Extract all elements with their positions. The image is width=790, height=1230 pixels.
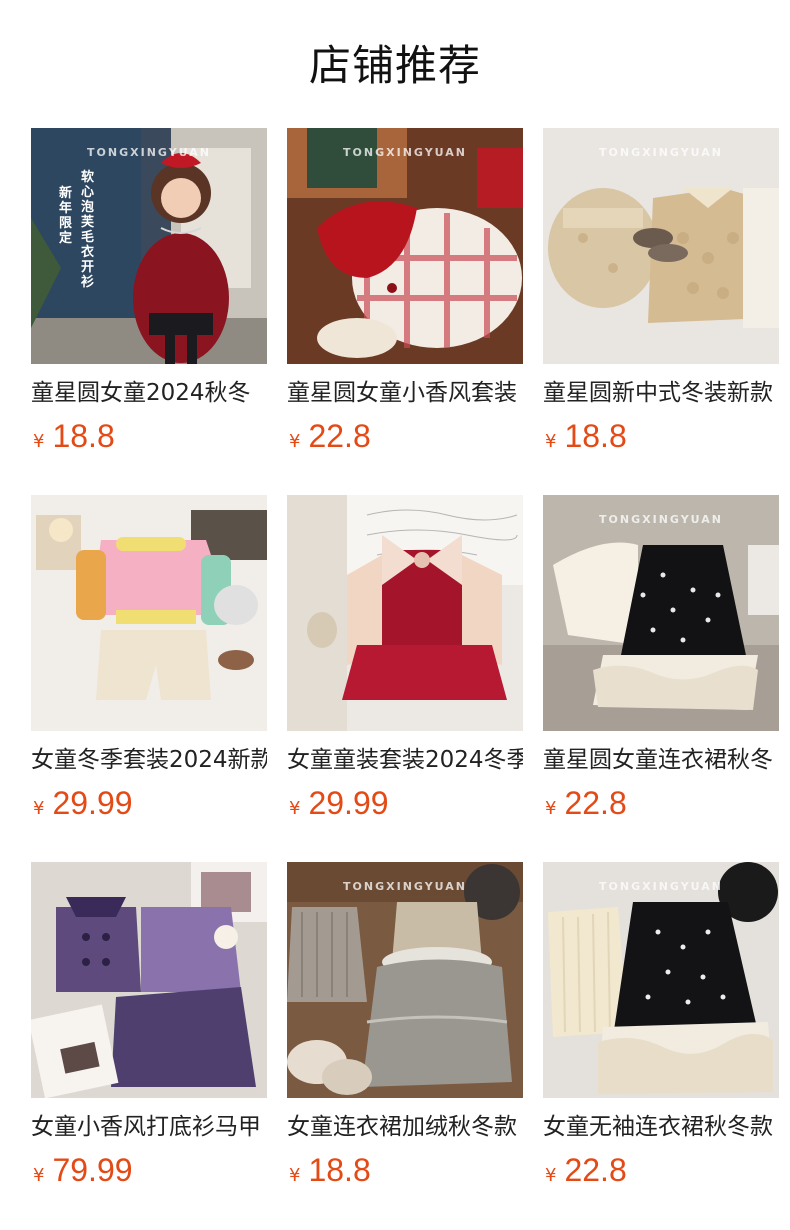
page-title: 店铺推荐 bbox=[308, 41, 481, 90]
product-price-row: ¥ 18.8 bbox=[543, 418, 779, 454]
currency-symbol: ¥ bbox=[545, 431, 557, 452]
black-dress-photo-icon bbox=[543, 495, 779, 731]
currency-symbol: ¥ bbox=[289, 1165, 301, 1186]
product-watermark: TONGXINGYUAN bbox=[599, 146, 723, 159]
girl-red-sweater-photo-icon bbox=[31, 128, 267, 364]
product-price: 29.99 bbox=[52, 785, 133, 821]
product-name: 童星圆女童小香风套装 bbox=[287, 380, 517, 406]
product-image[interactable]: TONGXINGYUAN bbox=[287, 862, 523, 1098]
product-card[interactable]: 女童童装套装2024冬季 ¥ 29.99 bbox=[287, 495, 523, 862]
product-grid: TONGXINGYUAN 新年限定 软心泡芙毛衣开衫 童星圆女童2024秋冬 ¥… bbox=[0, 128, 790, 1229]
product-badge: 新年限定 bbox=[59, 186, 73, 246]
product-price-row: ¥ 22.8 bbox=[287, 418, 523, 454]
currency-symbol: ¥ bbox=[545, 798, 557, 819]
product-name: 女童童装套装2024冬季 bbox=[287, 747, 523, 773]
product-price: 18.8 bbox=[564, 418, 627, 454]
product-image[interactable]: TONGXINGYUAN bbox=[543, 128, 779, 364]
product-price: 22.8 bbox=[564, 1152, 627, 1188]
product-price: 18.8 bbox=[308, 1152, 371, 1188]
product-price: 29.99 bbox=[308, 785, 389, 821]
product-price: 79.99 bbox=[52, 1152, 133, 1188]
product-image[interactable] bbox=[287, 495, 523, 731]
product-card[interactable]: TONGXINGYUAN 女童连衣裙加绒秋冬款 ¥ 18.8 bbox=[287, 862, 523, 1229]
product-price: 22.8 bbox=[308, 418, 371, 454]
product-name: 女童小香风打底衫马甲 bbox=[31, 1114, 261, 1140]
product-watermark: TONGXINGYUAN bbox=[87, 146, 211, 159]
product-name: 女童无袖连衣裙秋冬款 bbox=[543, 1114, 773, 1140]
product-price: 22.8 bbox=[564, 785, 627, 821]
product-price-row: ¥ 29.99 bbox=[287, 785, 523, 821]
product-image[interactable]: TONGXINGYUAN bbox=[287, 128, 523, 364]
currency-symbol: ¥ bbox=[33, 431, 45, 452]
currency-symbol: ¥ bbox=[545, 1165, 557, 1186]
product-price-row: ¥ 22.8 bbox=[543, 785, 779, 821]
product-price-row: ¥ 18.8 bbox=[31, 418, 267, 454]
product-price-row: ¥ 22.8 bbox=[543, 1152, 779, 1188]
product-name: 女童连衣裙加绒秋冬款 bbox=[287, 1114, 517, 1140]
product-card[interactable]: TONGXINGYUAN 童星圆新中式冬装新款 ¥ 18.8 bbox=[543, 128, 779, 495]
product-watermark: TONGXINGYUAN bbox=[599, 880, 723, 893]
black-ruffle-dress-photo-icon bbox=[543, 862, 779, 1098]
currency-symbol: ¥ bbox=[33, 1165, 45, 1186]
product-image[interactable]: TONGXINGYUAN bbox=[543, 862, 779, 1098]
product-card[interactable]: TONGXINGYUAN 新年限定 软心泡芙毛衣开衫 童星圆女童2024秋冬 ¥… bbox=[31, 128, 267, 495]
product-image[interactable] bbox=[31, 495, 267, 731]
currency-symbol: ¥ bbox=[289, 431, 301, 452]
purple-set-photo-icon bbox=[31, 862, 267, 1098]
product-price: 18.8 bbox=[52, 418, 115, 454]
product-card[interactable]: TONGXINGYUAN 童星圆女童小香风套装 ¥ 22.8 bbox=[287, 128, 523, 495]
product-image[interactable] bbox=[31, 862, 267, 1098]
plaid-coat-photo-icon bbox=[287, 128, 523, 364]
pink-sweater-photo-icon bbox=[31, 495, 267, 731]
product-image[interactable]: TONGXINGYUAN 新年限定 软心泡芙毛衣开衫 bbox=[31, 128, 267, 364]
product-name: 女童冬季套装2024新款 bbox=[31, 747, 267, 773]
product-name: 童星圆新中式冬装新款 bbox=[543, 380, 773, 406]
grey-tulle-dress-photo-icon bbox=[287, 862, 523, 1098]
product-name: 童星圆女童连衣裙秋冬 bbox=[543, 747, 773, 773]
currency-symbol: ¥ bbox=[289, 798, 301, 819]
beige-set-photo-icon bbox=[543, 128, 779, 364]
currency-symbol: ¥ bbox=[33, 798, 45, 819]
product-card[interactable]: 女童小香风打底衫马甲 ¥ 79.99 bbox=[31, 862, 267, 1229]
product-watermark: TONGXINGYUAN bbox=[343, 146, 467, 159]
product-card[interactable]: TONGXINGYUAN 童星圆女童连衣裙秋冬 ¥ 22.8 bbox=[543, 495, 779, 862]
product-price-row: ¥ 18.8 bbox=[287, 1152, 523, 1188]
product-card[interactable]: 女童冬季套装2024新款 ¥ 29.99 bbox=[31, 495, 267, 862]
product-watermark: TONGXINGYUAN bbox=[599, 513, 723, 526]
product-card[interactable]: TONGXINGYUAN 女童无袖连衣裙秋冬款 ¥ 22.8 bbox=[543, 862, 779, 1229]
product-watermark: TONGXINGYUAN bbox=[343, 880, 467, 893]
product-image[interactable]: TONGXINGYUAN bbox=[543, 495, 779, 731]
red-dress-photo-icon bbox=[287, 495, 523, 731]
product-price-row: ¥ 79.99 bbox=[31, 1152, 267, 1188]
product-overlay-text: 软心泡芙毛衣开衫 bbox=[81, 170, 95, 290]
product-price-row: ¥ 29.99 bbox=[31, 785, 267, 821]
product-name: 童星圆女童2024秋冬 bbox=[31, 380, 251, 406]
